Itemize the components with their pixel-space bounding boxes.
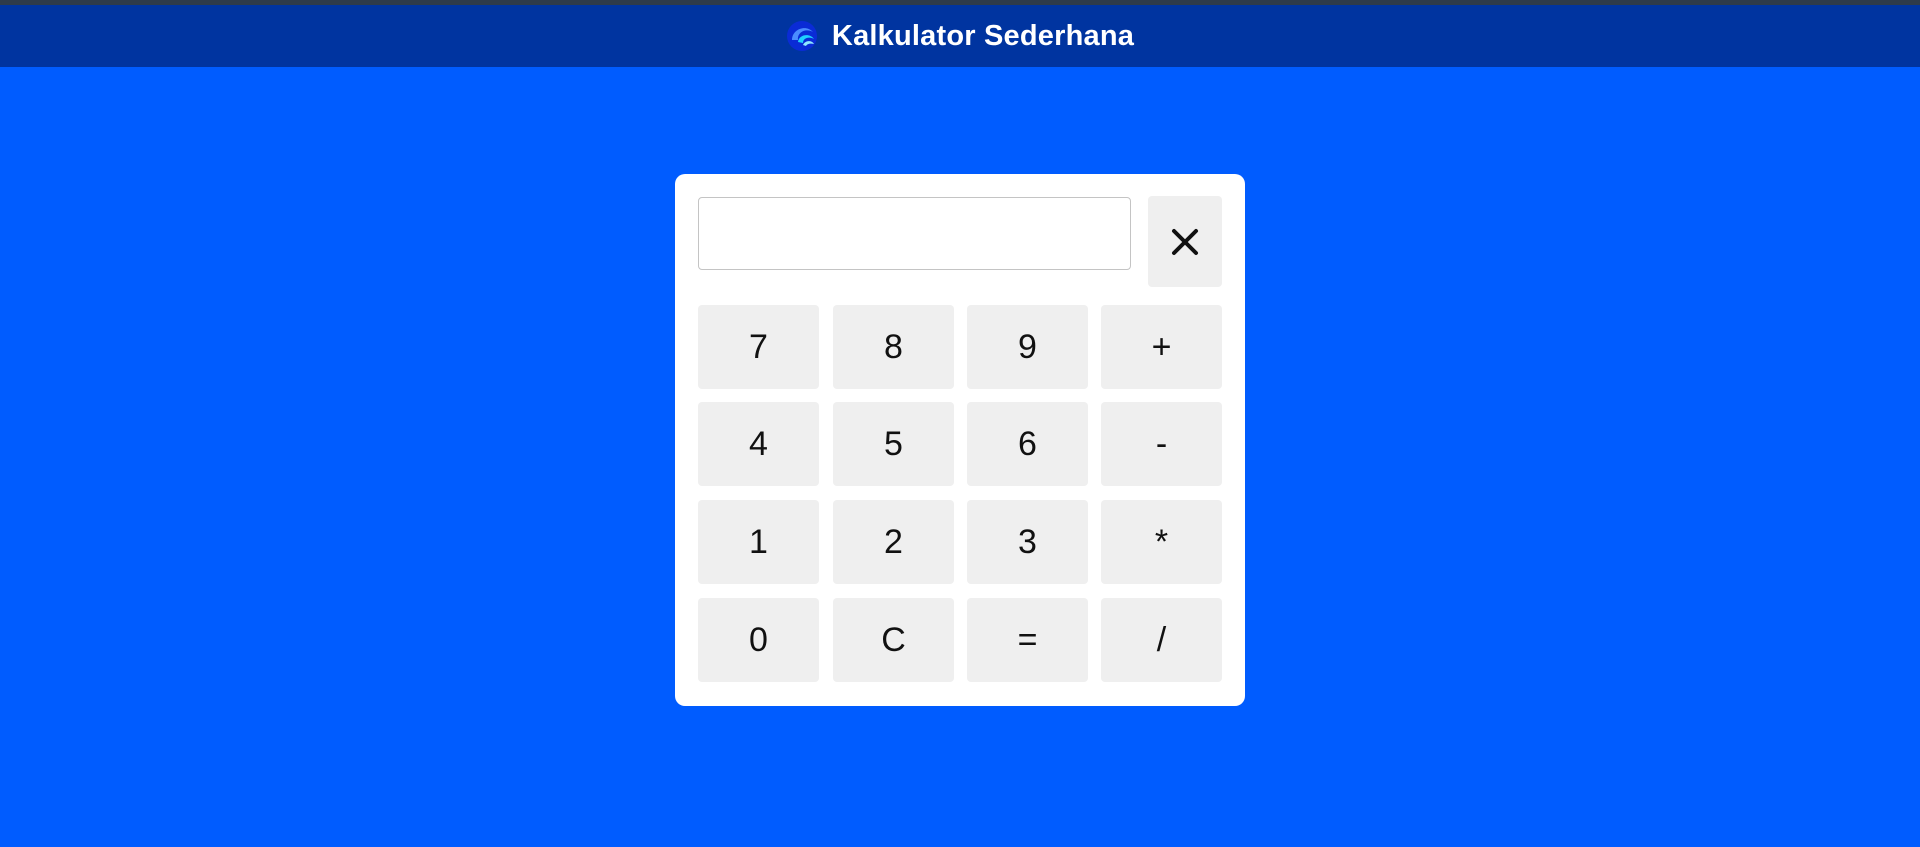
key-3[interactable]: 3 (967, 500, 1088, 584)
key-clear[interactable]: C (833, 598, 954, 682)
key-divide[interactable]: / (1101, 598, 1222, 682)
key-0[interactable]: 0 (698, 598, 819, 682)
key-4[interactable]: 4 (698, 402, 819, 486)
close-icon (1172, 228, 1198, 255)
swirl-logo-icon (786, 21, 817, 51)
key-1[interactable]: 1 (698, 500, 819, 584)
close-button[interactable] (1148, 196, 1222, 287)
key-multiply[interactable]: * (1101, 500, 1222, 584)
calculator-card: 7 8 9 + 4 5 6 - 1 2 3 * 0 C = / (675, 174, 1245, 706)
key-5[interactable]: 5 (833, 402, 954, 486)
display-input[interactable] (698, 197, 1131, 270)
key-minus[interactable]: - (1101, 402, 1222, 486)
page-title: Kalkulator Sederhana (831, 19, 1135, 52)
app-header: Kalkulator Sederhana (0, 5, 1920, 67)
key-plus[interactable]: + (1101, 305, 1222, 389)
key-8[interactable]: 8 (833, 305, 954, 389)
key-6[interactable]: 6 (967, 402, 1088, 486)
key-7[interactable]: 7 (698, 305, 819, 389)
key-2[interactable]: 2 (833, 500, 954, 584)
key-9[interactable]: 9 (967, 305, 1088, 389)
key-equals[interactable]: = (967, 598, 1088, 682)
